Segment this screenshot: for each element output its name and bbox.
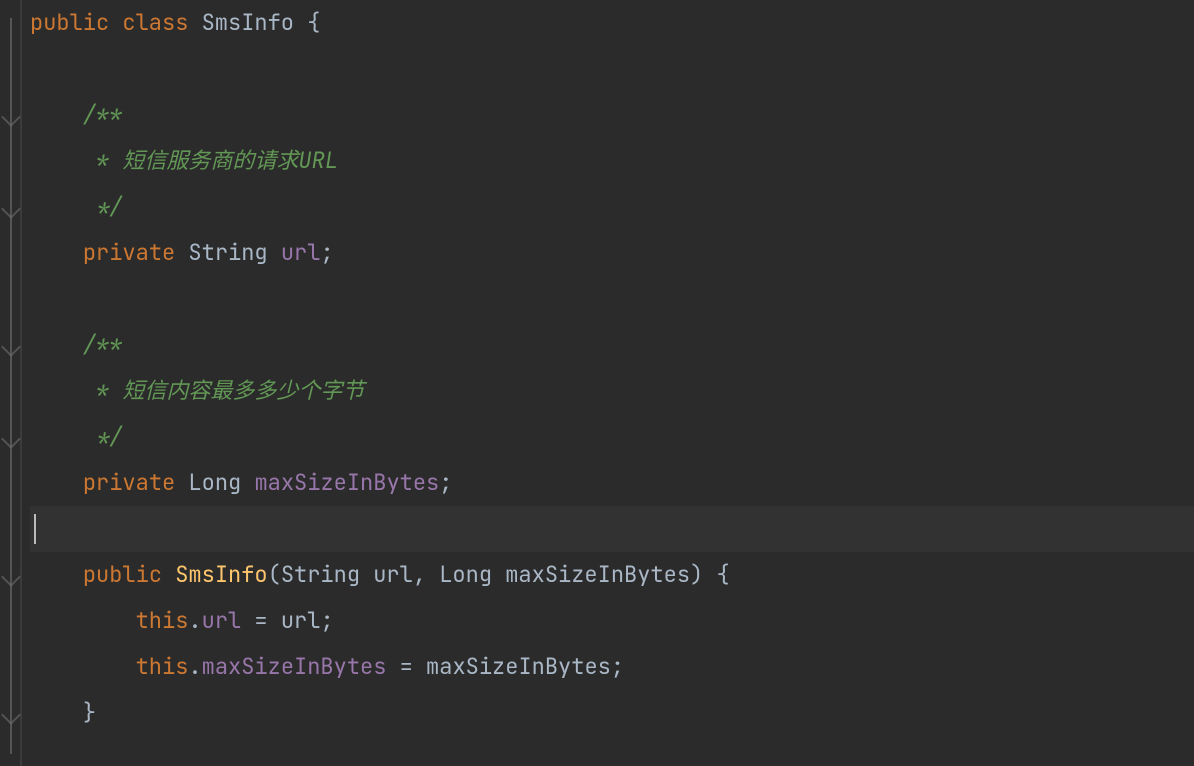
code-line[interactable]: /** [30,92,1194,138]
code-token: this [136,652,189,681]
code-line[interactable]: this.maxSizeInBytes = maxSizeInBytes; [30,644,1194,690]
code-token: SmsInfo [202,8,308,37]
code-token: /** [83,330,123,359]
code-token: Long maxSizeInBytes [439,560,690,589]
code-token: ) { [690,560,730,589]
code-token: maxSizeInBytes [254,468,439,497]
code-token: ; [439,468,452,497]
code-token: Long [188,468,254,497]
code-token: ; [611,652,624,681]
fold-toggle-icon[interactable] [1,429,21,449]
code-token: */ [83,192,123,221]
code-token: public [83,560,175,589]
code-line[interactable]: this.url = url; [30,598,1194,644]
code-token: . [188,606,201,635]
code-token: */ [83,422,123,451]
code-line[interactable]: * 短信内容最多多少个字节 [30,368,1194,414]
code-token: url [202,606,242,635]
text-caret [34,514,36,544]
code-token: = maxSizeInBytes [386,652,610,681]
code-line[interactable]: */ [30,414,1194,460]
code-token: ; [320,238,333,267]
code-area[interactable]: public class SmsInfo { /** * 短信服务商的请求URL… [22,0,1194,766]
code-token: ; [320,606,333,635]
code-token: (String url [268,560,413,589]
code-token: , [413,560,439,589]
code-line[interactable]: } [30,690,1194,736]
structure-guide [10,18,12,754]
code-token: * 短信服务商的请求URL [83,146,338,175]
code-line[interactable]: private String url; [30,230,1194,276]
fold-toggle-icon[interactable] [1,199,21,219]
code-line[interactable] [30,46,1194,92]
code-line[interactable]: public SmsInfo(String url, Long maxSizeI… [30,552,1194,598]
code-token: this [136,606,189,635]
code-token: { [307,8,320,37]
fold-toggle-icon[interactable] [1,107,21,127]
fold-toggle-icon[interactable] [1,705,21,725]
code-token: * 短信内容最多多少个字节 [83,376,365,405]
code-line[interactable]: /** [30,322,1194,368]
editor-gutter[interactable] [0,0,22,766]
code-token: private [83,238,189,267]
code-token: url [281,238,321,267]
code-token: public class [30,8,202,37]
code-editor[interactable]: public class SmsInfo { /** * 短信服务商的请求URL… [0,0,1194,766]
code-line[interactable]: private Long maxSizeInBytes; [30,460,1194,506]
code-line[interactable]: */ [30,184,1194,230]
code-token: . [188,652,201,681]
code-token: String [188,238,280,267]
code-token: SmsInfo [175,560,267,589]
code-line[interactable]: * 短信服务商的请求URL [30,138,1194,184]
code-token: maxSizeInBytes [202,652,387,681]
code-token: /** [83,100,123,129]
code-line[interactable] [30,276,1194,322]
code-token: } [83,698,96,727]
code-line[interactable]: public class SmsInfo { [30,0,1194,46]
code-line[interactable] [30,506,1194,552]
code-token: = url [241,606,320,635]
fold-toggle-icon[interactable] [1,337,21,357]
code-token: private [83,468,189,497]
fold-toggle-icon[interactable] [1,567,21,587]
